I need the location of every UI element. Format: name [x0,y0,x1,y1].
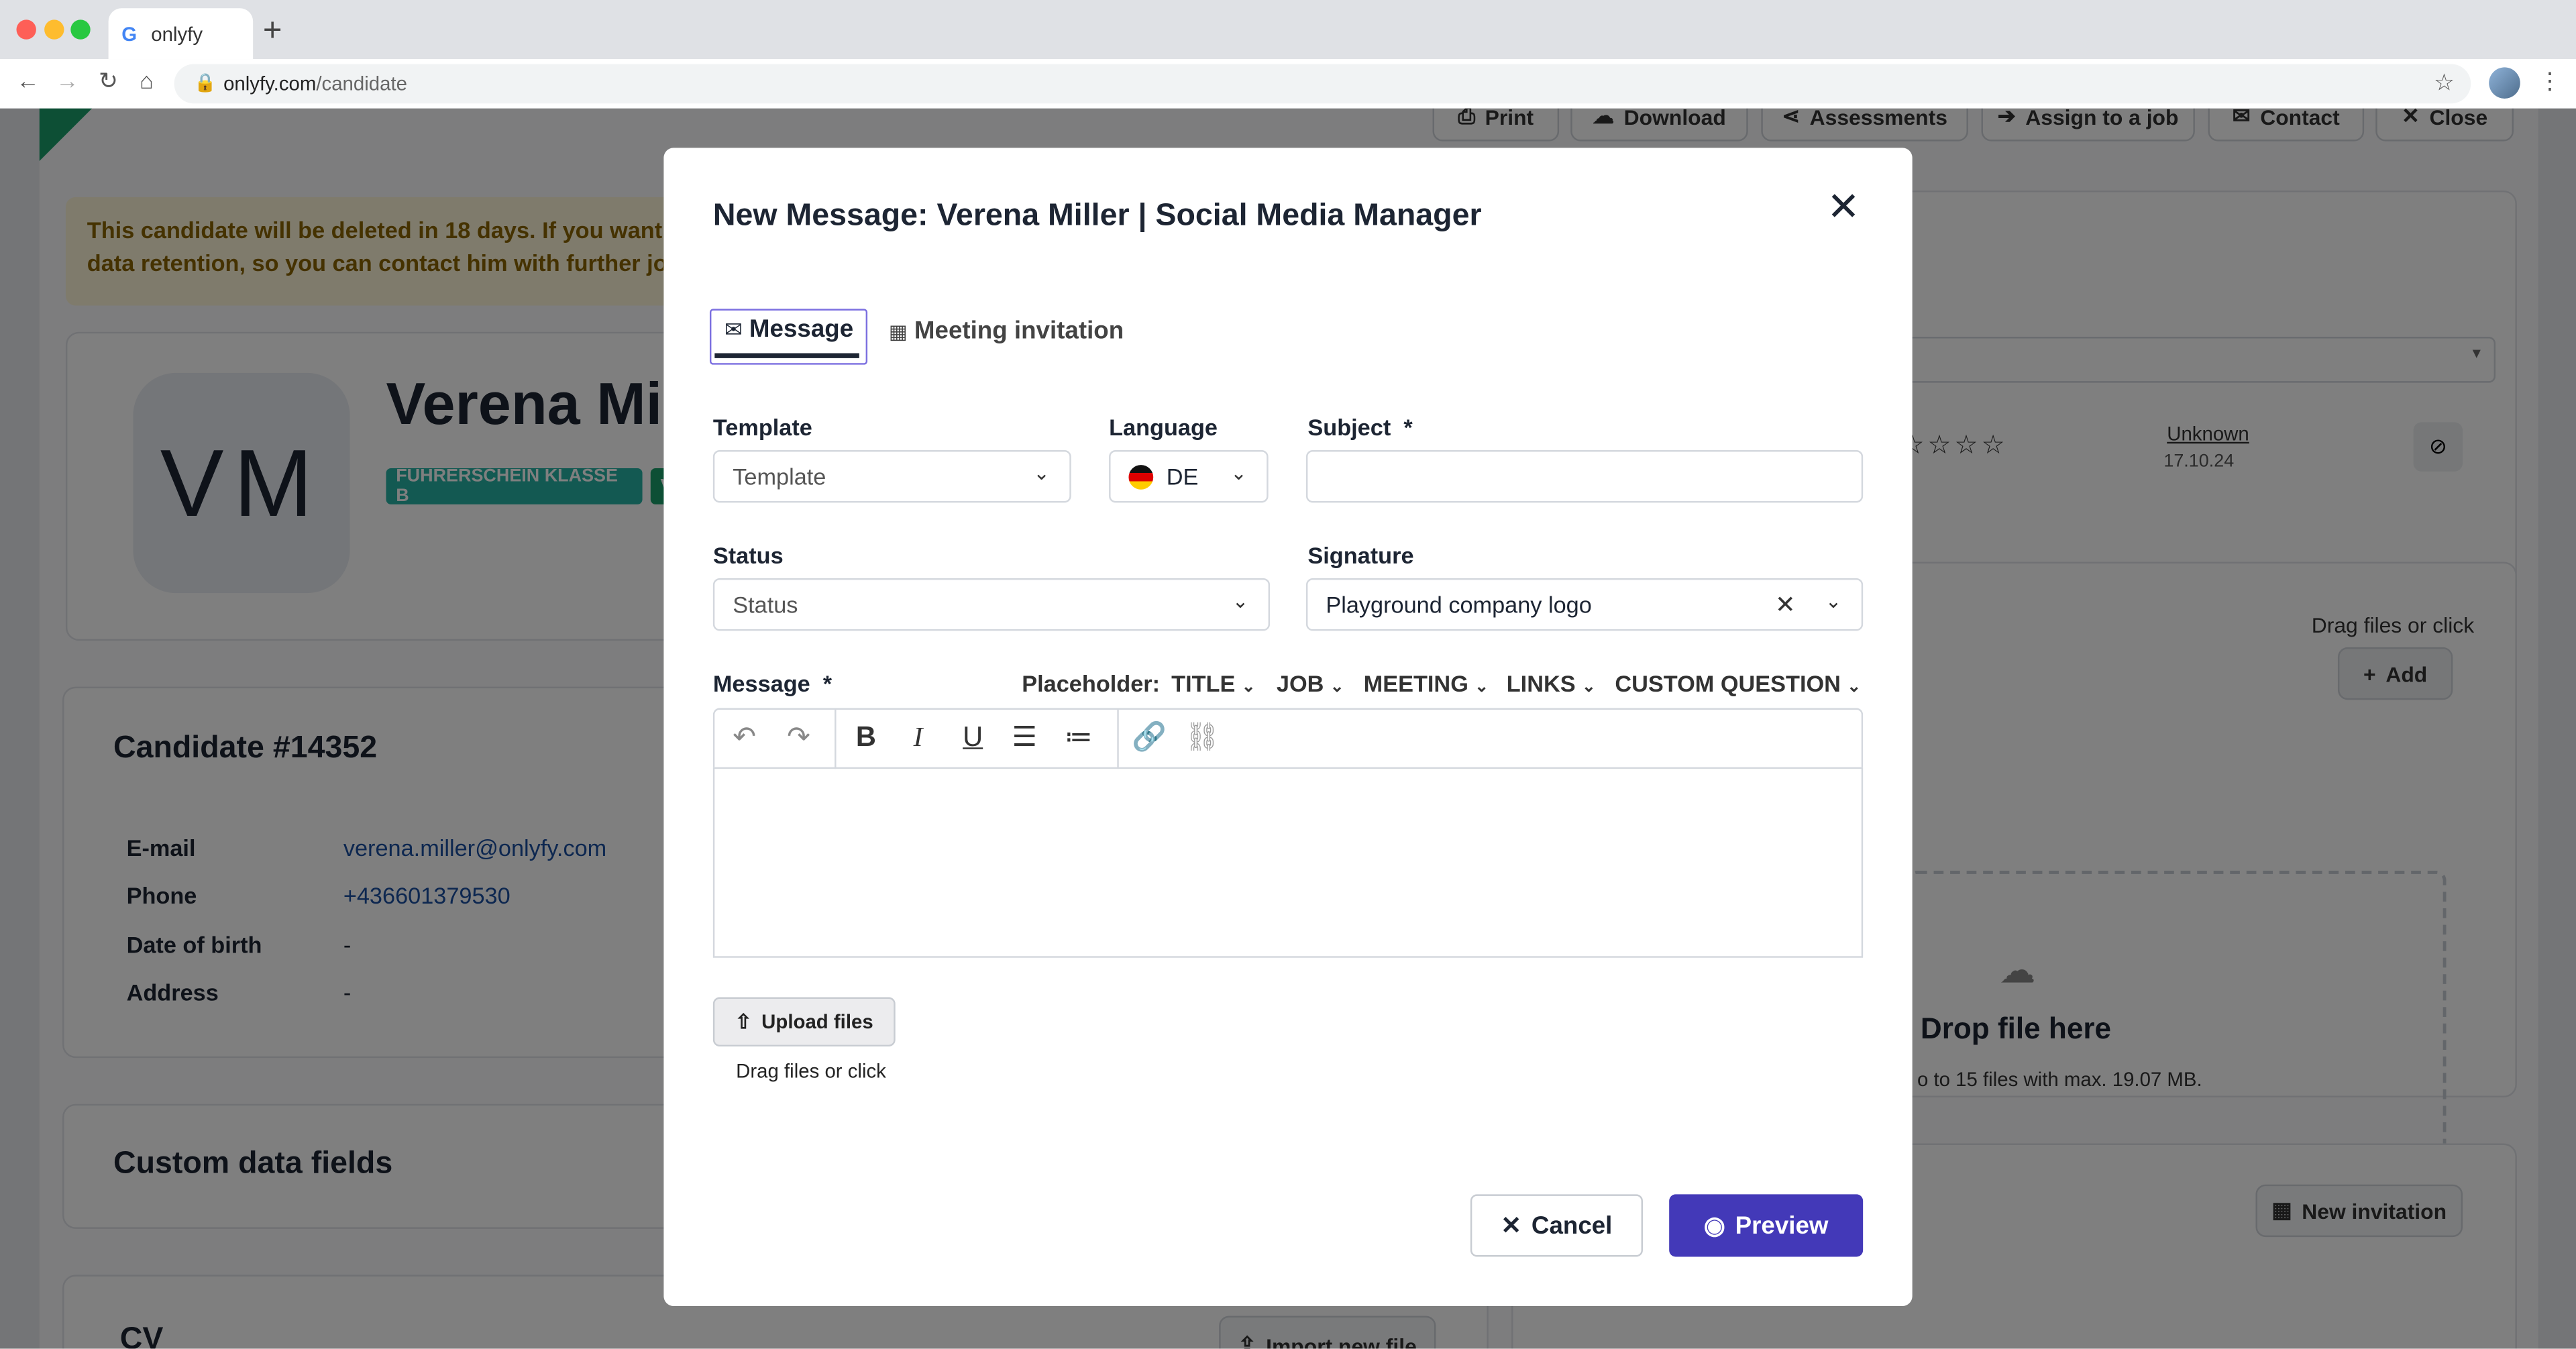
placeholder-menu-title[interactable]: TITLE ⌄ [1171,670,1255,696]
signature-select[interactable]: Playground company logo ✕ ⌄ [1305,578,1864,631]
chevron-down-icon: ⌄ [1474,678,1489,697]
profile-avatar[interactable] [2489,67,2520,99]
placeholder-menu-meeting[interactable]: MEETING ⌄ [1364,670,1489,696]
template-select[interactable]: Template ⌄ [712,450,1071,503]
calendar-icon: ▦ [888,320,908,343]
clear-selection-icon[interactable]: ✕ [1775,590,1796,620]
tab-meeting-invitation[interactable]: ▦ Meeting invitation [889,317,1124,345]
italic-icon[interactable]: I [914,722,923,753]
chevron-down-icon: ⌄ [1825,590,1842,613]
signature-label: Signature [1307,542,1414,569]
upload-files-button[interactable]: ⇧ Upload files [712,997,896,1047]
eye-icon: ◉ [1703,1212,1725,1240]
tab-message[interactable]: ✉ Message [709,309,868,365]
close-dialog-icon[interactable]: ✕ [1827,186,1860,230]
upload-hint: Drag files or click [736,1059,886,1083]
browser-tab-title: onlyfy [151,23,203,46]
window-minimize-control[interactable] [44,19,64,40]
browser-tab-bar: G onlyfy + [0,0,2576,60]
envelope-icon: ✉ [724,317,743,342]
template-label: Template [712,414,812,441]
subject-input[interactable] [1305,450,1864,503]
forward-arrow-icon[interactable]: → [56,67,78,93]
url-path: /candidate [316,72,408,96]
lock-icon: 🔒 [193,74,217,94]
undo-icon[interactable]: ↶ [733,722,756,753]
subject-label: Subject * [1307,414,1413,441]
toolbar-divider [1117,709,1119,769]
underline-icon[interactable]: U [963,722,983,753]
link-icon[interactable]: 🔗 [1132,722,1167,753]
chevron-down-icon: ⌄ [1582,678,1596,697]
redo-icon[interactable]: ↷ [787,722,810,753]
window-maximize-control[interactable] [70,19,91,40]
new-message-dialog: New Message: Verena Miller | Social Medi… [663,148,1913,1306]
preview-button[interactable]: ◉ Preview [1669,1194,1864,1257]
browser-menu-icon[interactable]: ⋮ [2538,67,2561,95]
numbered-list-icon[interactable]: ≔ [1065,722,1093,753]
chevron-down-icon: ⌄ [1847,678,1861,697]
language-select[interactable]: DE ⌄ [1109,450,1269,503]
editor-toolbar: ↶ ↷ B I U ☰ ≔ 🔗 ⛓ [712,708,1864,769]
chevron-down-icon: ⌄ [1230,462,1247,485]
status-label: Status [712,542,784,569]
placeholder-menu-custom-question[interactable]: CUSTOM QUESTION ⌄ [1615,670,1861,696]
window-close-control[interactable] [16,19,36,40]
bullet-list-icon[interactable]: ☰ [1012,722,1037,753]
home-icon[interactable]: ⌂ [140,67,154,93]
language-label: Language [1109,414,1218,441]
cancel-button[interactable]: ✕ Cancel [1470,1194,1643,1257]
placeholder-menu-links[interactable]: LINKS ⌄ [1507,670,1596,696]
message-editor[interactable] [712,767,1864,958]
back-arrow-icon[interactable]: ← [16,67,39,93]
url-field[interactable]: 🔒 onlyfy.com/candidate ☆ [174,64,2471,104]
toolbar-divider [835,709,837,769]
message-label: Message * [712,670,833,697]
chevron-down-icon: ⌄ [1033,462,1050,485]
chevron-down-icon: ⌄ [1241,678,1256,697]
unlink-icon[interactable]: ⛓ [1185,722,1220,753]
bold-icon[interactable]: B [856,722,876,753]
german-flag-icon [1128,465,1154,490]
placeholder-label: Placeholder: [1022,670,1161,697]
upload-arrow-icon: ⇧ [735,1010,752,1034]
chevron-down-icon: ⌄ [1330,678,1344,697]
bookmark-star-icon[interactable]: ☆ [2434,69,2455,97]
url-host: onlyfy.com [223,72,317,96]
address-bar: ← → ↻ ⌂ 🔒 onlyfy.com/candidate ☆ ⋮ [0,59,2576,111]
active-tab-underline [714,353,859,358]
new-tab-button[interactable]: + [263,13,282,51]
dialog-title: New Message: Verena Miller | Social Medi… [712,199,1482,233]
close-icon: ✕ [1501,1212,1522,1240]
google-favicon-icon: G [121,23,138,46]
chevron-down-icon: ⌄ [1232,590,1249,613]
placeholder-menu-job[interactable]: JOB ⌄ [1277,670,1344,696]
reload-icon[interactable]: ↻ [99,67,118,95]
status-select[interactable]: Status ⌄ [712,578,1271,631]
browser-tab[interactable]: G onlyfy [108,8,254,60]
